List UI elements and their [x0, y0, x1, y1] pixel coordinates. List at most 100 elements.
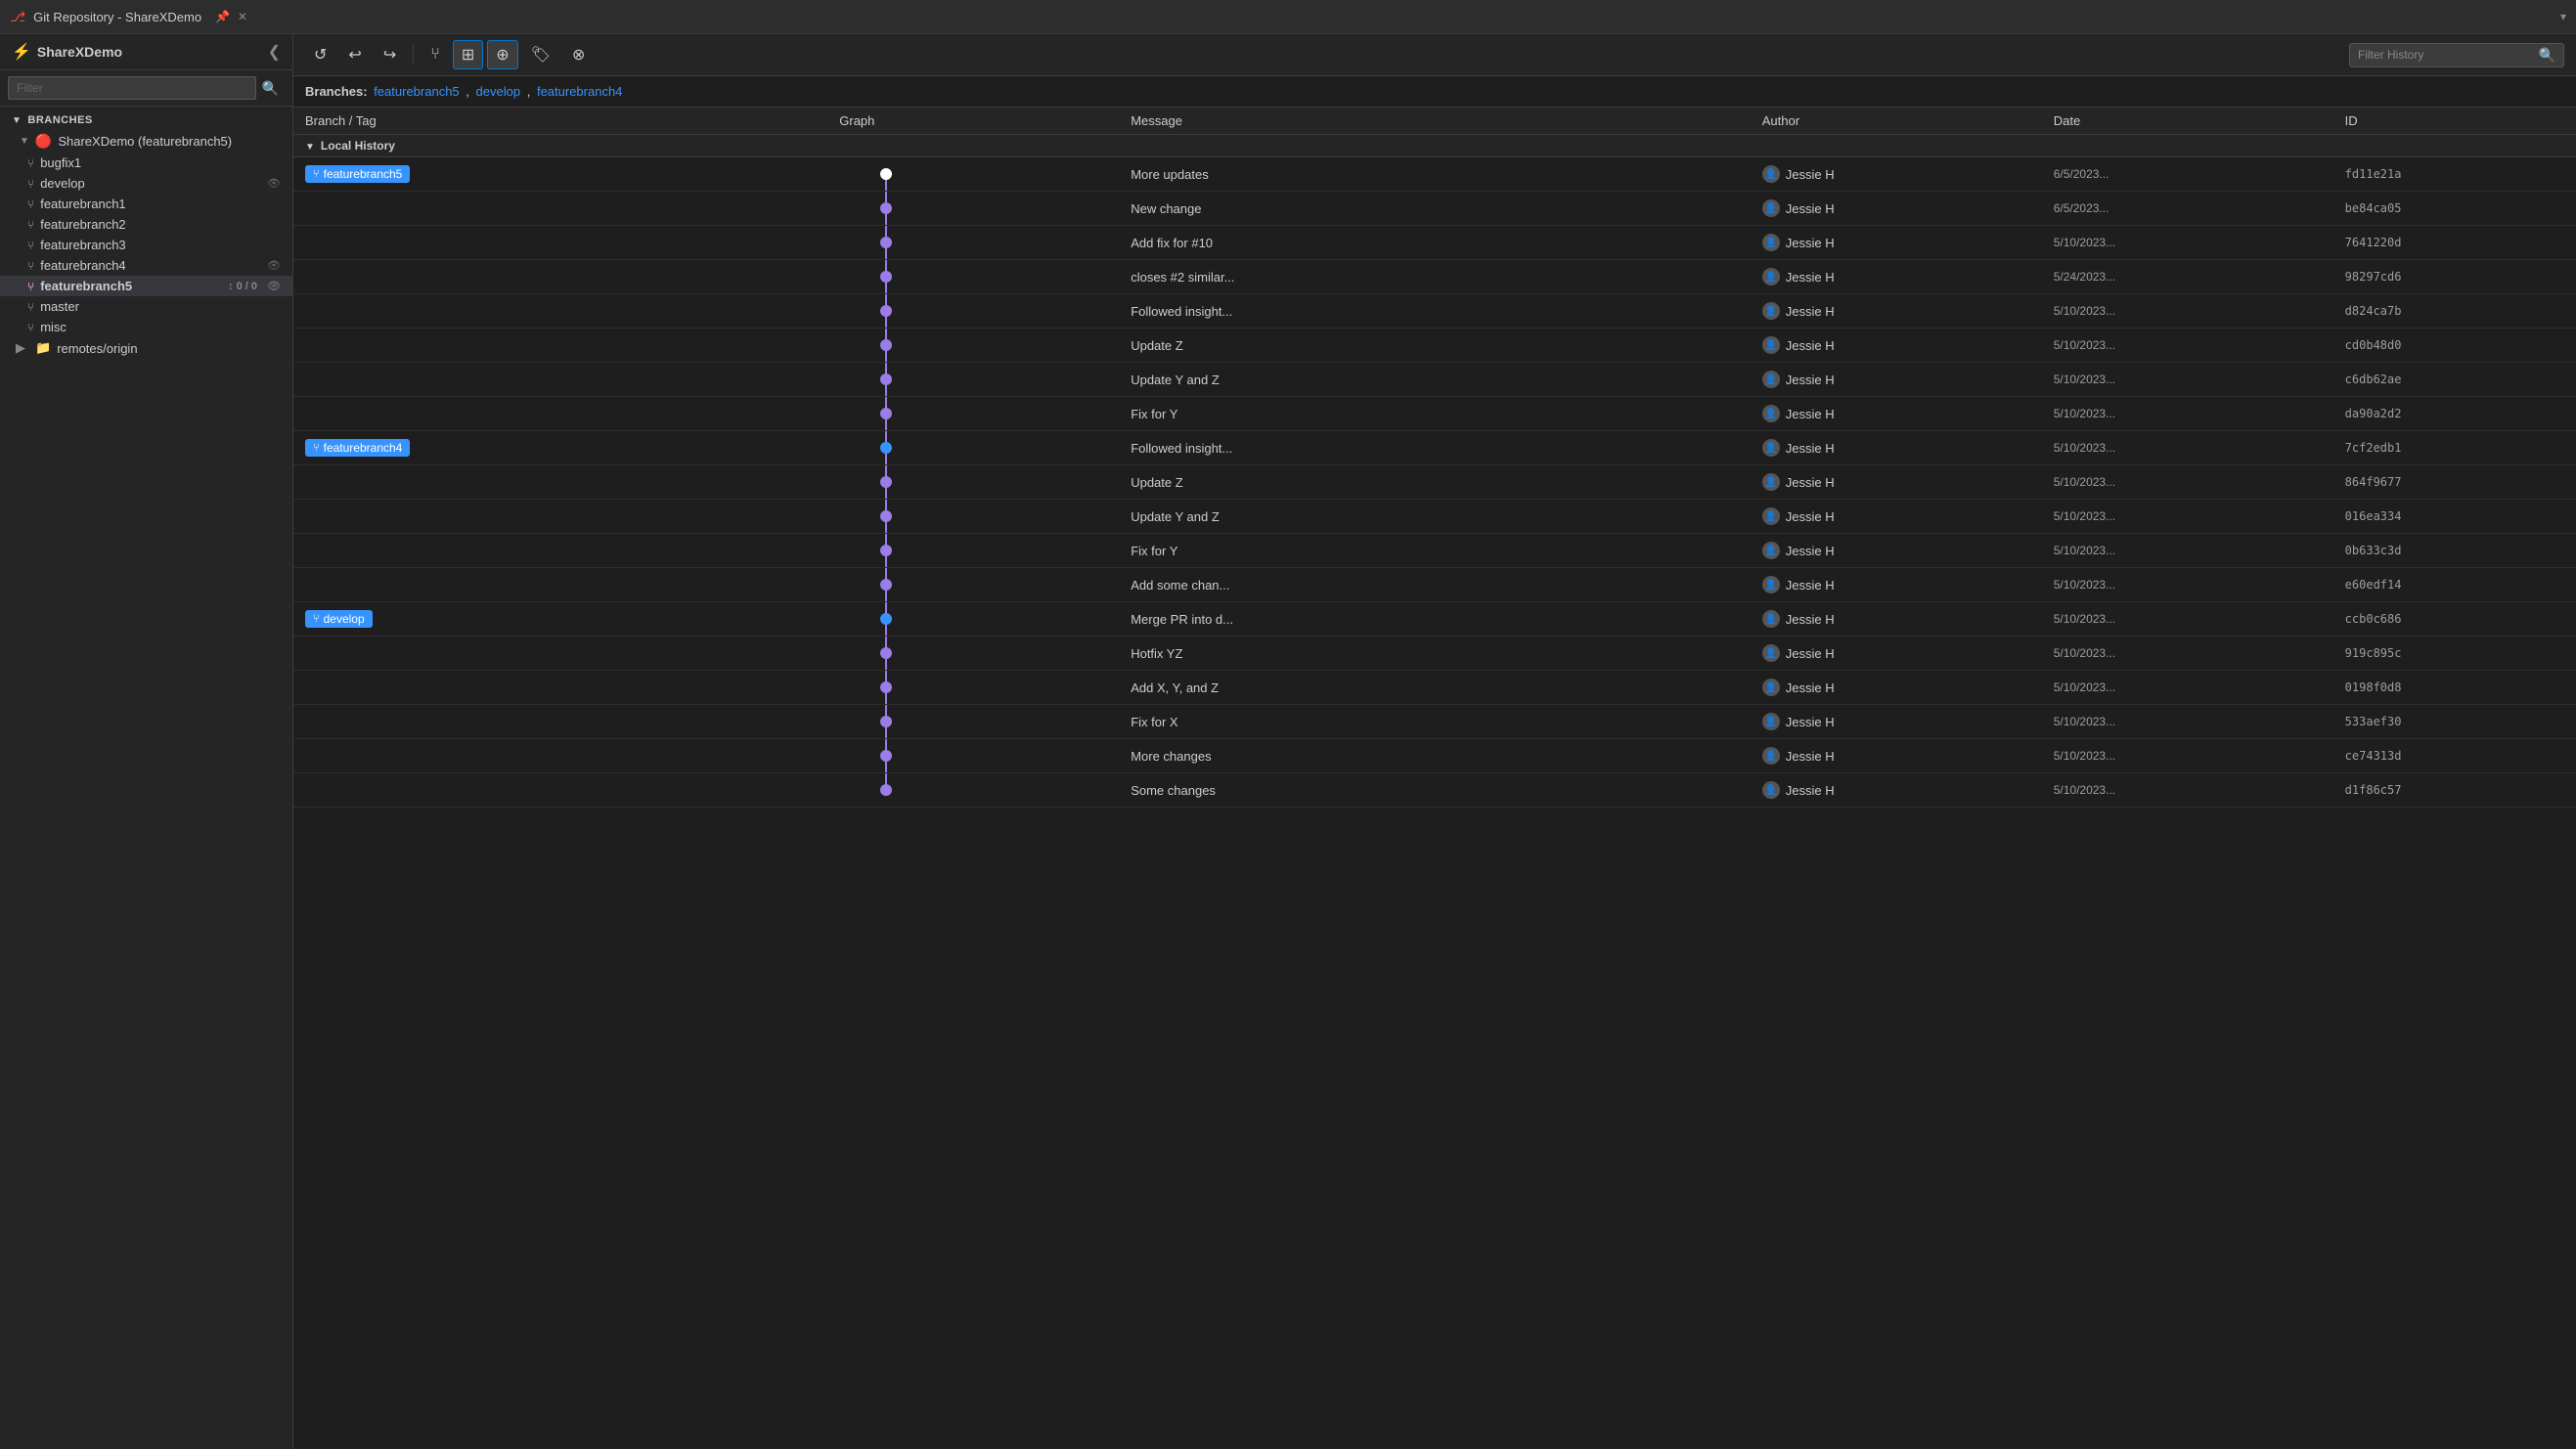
message-cell: Add fix for #10 — [1119, 226, 1751, 260]
table-row[interactable]: Hotfix YZ👤Jessie H5/10/2023...919c895c — [293, 637, 2576, 671]
table-row[interactable]: closes #2 similar...👤Jessie H5/24/2023..… — [293, 260, 2576, 294]
branches-bar: Branches: featurebranch5 , develop , fea… — [293, 76, 2576, 108]
sidebar-item-featurebranch3[interactable]: ⑂ featurebranch3 — [0, 235, 292, 255]
author-avatar: 👤 — [1762, 576, 1780, 593]
section-local-history[interactable]: ▼Local History — [293, 135, 2576, 157]
date-cell: 5/10/2023... — [2042, 773, 2333, 808]
table-row[interactable]: New change👤Jessie H6/5/2023...be84ca05 — [293, 192, 2576, 226]
author-avatar: 👤 — [1762, 610, 1780, 628]
author-avatar: 👤 — [1762, 405, 1780, 422]
filter-history-box: 🔍 — [2349, 43, 2564, 67]
repo-name-label: ShareXDemo — [37, 44, 122, 60]
table-row[interactable]: Fix for Y👤Jessie H5/10/2023...da90a2d2 — [293, 397, 2576, 431]
collapse-sidebar-btn[interactable]: ❮ — [268, 42, 281, 62]
redo-button[interactable]: ↪ — [375, 40, 405, 69]
branches-section-label: Branches — [27, 114, 92, 126]
commit-graph-button[interactable]: ⊞ — [453, 40, 483, 69]
filter-search-button[interactable]: 🔍 — [256, 78, 285, 99]
graph-svg — [827, 397, 945, 430]
author-name: Jessie H — [1786, 407, 1835, 421]
sidebar-item-develop[interactable]: ⑂ develop 👁 — [0, 173, 292, 194]
table-row[interactable]: Fix for Y👤Jessie H5/10/2023...0b633c3d — [293, 534, 2576, 568]
collapse-arrow-remotes: ▶ — [16, 340, 25, 356]
author-avatar: 👤 — [1762, 747, 1780, 765]
branch-icon-fb1: ⑂ — [27, 198, 34, 211]
author-name: Jessie H — [1786, 783, 1835, 798]
table-row[interactable]: Add some chan...👤Jessie H5/10/2023...e60… — [293, 568, 2576, 602]
graph-cell — [827, 397, 1119, 431]
refresh-button[interactable]: ↺ — [305, 40, 335, 69]
close-icon[interactable]: ✕ — [238, 10, 247, 23]
branches-tree: ▼ Branches ▼ 🔴 ShareXDemo (featurebranch… — [0, 107, 292, 1449]
graph-svg — [827, 157, 945, 191]
branch-tag-featurebranch5[interactable]: ⑂featurebranch5 — [305, 165, 410, 183]
author-name: Jessie H — [1786, 749, 1835, 764]
more-button[interactable]: ⊗ — [563, 40, 594, 69]
sidebar-item-misc[interactable]: ⑂ misc — [0, 317, 292, 337]
commit-all-button[interactable]: ⊕ — [487, 40, 517, 69]
title-text: Git Repository - ShareXDemo — [33, 10, 201, 24]
branch-button[interactable]: ⑂ — [422, 41, 449, 68]
table-row[interactable]: Fix for X👤Jessie H5/10/2023...533aef30 — [293, 705, 2576, 739]
table-row[interactable]: Some changes👤Jessie H5/10/2023...d1f86c5… — [293, 773, 2576, 808]
author-cell: 👤Jessie H — [1751, 568, 2042, 602]
author-name: Jessie H — [1786, 544, 1835, 558]
table-row[interactable]: Update Y and Z👤Jessie H5/10/2023...c6db6… — [293, 363, 2576, 397]
filter-history-search-icon[interactable]: 🔍 — [2539, 47, 2555, 64]
author-name: Jessie H — [1786, 612, 1835, 627]
table-row[interactable]: Add X, Y, and Z👤Jessie H5/10/2023...0198… — [293, 671, 2576, 705]
sidebar-item-bugfix1[interactable]: ⑂ bugfix1 — [0, 153, 292, 173]
id-cell: 016ea334 — [2333, 500, 2576, 534]
table-row[interactable]: Add fix for #10👤Jessie H5/10/2023...7641… — [293, 226, 2576, 260]
sidebar-item-sharexdemo[interactable]: ▼ 🔴 ShareXDemo (featurebranch5) — [0, 130, 292, 153]
sidebar-item-remotes[interactable]: ▶ 📁 remotes/origin — [0, 337, 292, 359]
branch-link-develop[interactable]: develop — [476, 84, 521, 99]
graph-svg — [827, 226, 945, 259]
header-message: Message — [1119, 108, 1751, 135]
author-avatar: 👤 — [1762, 679, 1780, 696]
title-bar: ⎇ Git Repository - ShareXDemo 📌 ✕ ▾ — [0, 0, 2576, 34]
author-cell: 👤 Jessie H — [1751, 602, 2042, 637]
author-name: Jessie H — [1786, 509, 1835, 524]
pin-icon[interactable]: 📌 — [215, 10, 230, 23]
branches-section-header[interactable]: ▼ Branches — [0, 110, 292, 130]
branch-tag-featurebranch4[interactable]: ⑂featurebranch4 — [305, 439, 410, 457]
table-row[interactable]: ⑂featurebranch4Followed insight...👤Jessi… — [293, 431, 2576, 465]
author-name: Jessie H — [1786, 236, 1835, 250]
branch-link-featurebranch4[interactable]: featurebranch4 — [537, 84, 622, 99]
table-row[interactable]: ⑂developMerge PR into d...👤Jessie H5/10/… — [293, 602, 2576, 637]
table-row[interactable]: Update Z👤Jessie H5/10/2023...cd0b48d0 — [293, 329, 2576, 363]
graph-svg — [827, 329, 945, 362]
sidebar-item-featurebranch4[interactable]: ⑂ featurebranch4 👁 — [0, 255, 292, 276]
message-cell: Followed insight... — [1119, 294, 1751, 329]
date-cell: 5/10/2023... — [2042, 637, 2333, 671]
sidebar-item-master[interactable]: ⑂ master — [0, 296, 292, 317]
sidebar-item-featurebranch5[interactable]: ⑂ featurebranch5 ↕ 0 / 0 👁 — [0, 276, 292, 296]
filter-input[interactable] — [8, 76, 256, 100]
dropdown-icon[interactable]: ▾ — [2560, 10, 2566, 23]
sidebar-item-featurebranch2[interactable]: ⑂ featurebranch2 — [0, 214, 292, 235]
date-cell: 5/24/2023... — [2042, 260, 2333, 294]
graph-cell — [827, 431, 1119, 465]
branch-tag-develop[interactable]: ⑂develop — [305, 610, 373, 628]
sidebar-item-featurebranch1[interactable]: ⑂ featurebranch1 — [0, 194, 292, 214]
table-row[interactable]: Update Y and Z👤Jessie H5/10/2023...016ea… — [293, 500, 2576, 534]
table-row[interactable]: Update Z👤Jessie H5/10/2023...864f9677 — [293, 465, 2576, 500]
graph-cell — [827, 260, 1119, 294]
id-cell: ccb0c686 — [2333, 602, 2576, 637]
filter-history-input[interactable] — [2358, 48, 2533, 62]
table-row[interactable]: Followed insight...👤Jessie H5/10/2023...… — [293, 294, 2576, 329]
table-row[interactable]: More changes👤Jessie H5/10/2023...ce74313… — [293, 739, 2576, 773]
repo-icon: ⚡ — [12, 42, 31, 62]
message-cell: More updates — [1119, 157, 1751, 192]
tag-button[interactable]: 🏷 — [522, 40, 559, 69]
branch-tag-cell — [293, 363, 827, 397]
graph-svg — [827, 192, 945, 225]
message-cell: Hotfix YZ — [1119, 637, 1751, 671]
branch-link-featurebranch5[interactable]: featurebranch5 — [374, 84, 459, 99]
id-cell: 0198f0d8 — [2333, 671, 2576, 705]
undo-button[interactable]: ↩ — [339, 40, 370, 69]
branch-tag-cell — [293, 705, 827, 739]
graph-cell — [827, 705, 1119, 739]
table-row[interactable]: ⑂featurebranch5More updates👤Jessie H6/5/… — [293, 157, 2576, 192]
